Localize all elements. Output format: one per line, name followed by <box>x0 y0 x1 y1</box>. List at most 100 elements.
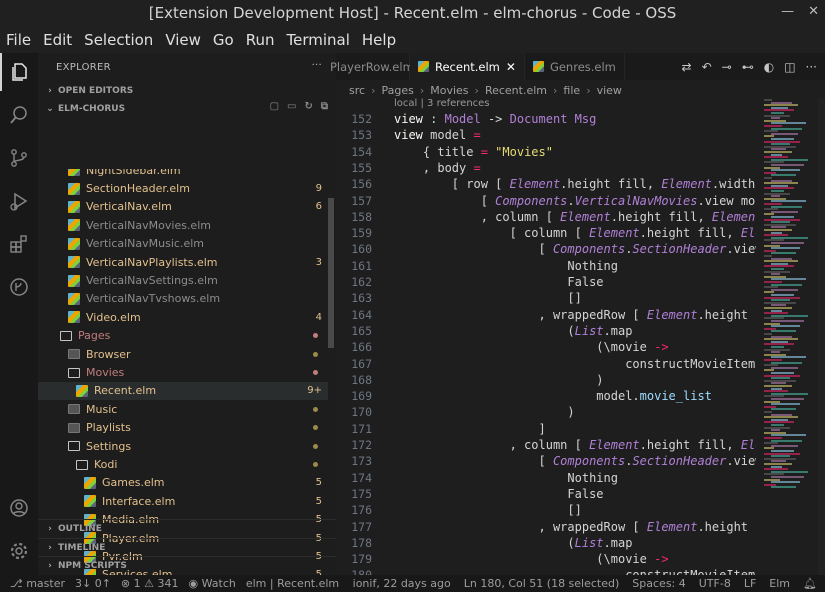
code-token: Element <box>560 209 611 224</box>
tree-folder[interactable]: Kodi <box>38 455 328 473</box>
tree-folder[interactable]: Browser <box>38 345 328 363</box>
menu-file[interactable]: File <box>6 31 31 49</box>
menu-go[interactable]: Go <box>213 31 234 49</box>
breadcrumb-item[interactable]: Pages <box>381 84 413 97</box>
code-line: , column [ Element.height fill, Element. <box>394 210 756 224</box>
explorer-icon[interactable] <box>0 53 38 91</box>
workspace-section[interactable]: ⌄ ELM-CHORUS ▢ ▭ ↻ ⧉ <box>38 99 336 118</box>
modified-dot <box>313 370 318 376</box>
modified-dot <box>313 333 318 339</box>
editor-tab[interactable]: Genres.elm <box>525 53 625 80</box>
menu-view[interactable]: View <box>165 31 201 49</box>
menu-selection[interactable]: Selection <box>84 31 153 49</box>
tree-file[interactable]: VerticalNavPlaylists.elm 3 <box>38 253 328 271</box>
source-control-icon[interactable] <box>0 139 38 177</box>
settings-gear-icon[interactable] <box>0 532 38 570</box>
language-mode[interactable]: Elm <box>769 577 790 590</box>
code-line: (\movie -> <box>394 552 668 567</box>
tree-file[interactable]: VerticalNavSettings.elm <box>38 271 328 289</box>
extensions-icon[interactable] <box>0 225 38 263</box>
tree-file[interactable]: NightSidebar.elm <box>38 169 328 179</box>
breadcrumb-item[interactable]: src <box>349 84 365 97</box>
code-token: .height fill, <box>560 177 662 192</box>
code-line: constructMovieItem m <box>394 568 756 575</box>
tree-folder[interactable]: Playlists <box>38 419 328 437</box>
tree-folder[interactable]: Pages <box>38 327 328 345</box>
menu-terminal[interactable]: Terminal <box>287 31 350 49</box>
code-token: (\movie <box>394 340 655 355</box>
breadcrumb-item[interactable]: view <box>597 84 622 97</box>
encoding-status[interactable]: UTF-8 <box>699 577 731 590</box>
code-token: .height fill, <box>639 226 741 241</box>
sync-status[interactable]: 3↓ 0↑ <box>75 577 111 590</box>
timeline-section[interactable]: › TIMELINE <box>38 538 336 557</box>
tree-file[interactable]: Video.elm 4 <box>38 308 328 326</box>
previous-change-icon[interactable]: ⊸ <box>722 60 732 74</box>
breadcrumb-item[interactable]: Movies <box>430 84 468 97</box>
code-token: constructMovieItem m <box>394 568 756 575</box>
npm-scripts-section[interactable]: › NPM SCRIPTS <box>38 556 336 575</box>
account-icon[interactable] <box>0 489 38 527</box>
branch-status[interactable]: ⎇ master <box>10 577 65 590</box>
tree-file[interactable]: Games.elm 5 <box>38 474 328 492</box>
code-line: , column [ Element.height fill, Elem <box>394 438 756 452</box>
menu-run[interactable]: Run <box>246 31 275 49</box>
tree-folder[interactable]: Settings <box>38 437 328 455</box>
editor-tab[interactable]: Recent.elm ✕ <box>410 53 525 80</box>
go-back-icon[interactable]: ↶ <box>702 60 712 74</box>
tree-item-label: Pages <box>78 329 111 343</box>
refresh-icon[interactable]: ↻ <box>304 101 312 112</box>
minimize-icon[interactable]: — <box>781 4 794 19</box>
menu-edit[interactable]: Edit <box>43 31 72 49</box>
tree-folder[interactable]: Movies <box>38 363 328 381</box>
tree-scrollbar[interactable] <box>328 198 334 348</box>
open-changes-icon[interactable]: ⇄ <box>682 60 692 74</box>
menu-help[interactable]: Help <box>362 31 396 49</box>
watch-status[interactable]: ◉ Watch <box>188 577 235 590</box>
elm-icon[interactable] <box>0 268 38 306</box>
tree-file[interactable]: Interface.elm 5 <box>38 492 328 510</box>
tree-file[interactable]: VerticalNavMusic.elm <box>38 235 328 253</box>
new-file-icon[interactable]: ▢ <box>270 101 279 112</box>
code-token: Element <box>646 307 698 322</box>
run-debug-icon[interactable] <box>0 182 38 220</box>
tree-file[interactable]: VerticalNavTvshows.elm <box>38 290 328 308</box>
problems-status[interactable]: ⊗ 1 ⚠ 341 <box>121 577 179 590</box>
toggle-blame-icon[interactable]: ◐ <box>764 60 774 74</box>
blame-status[interactable]: ionif, 22 days ago <box>353 577 451 590</box>
next-change-icon[interactable]: ⊷ <box>742 60 754 74</box>
breadcrumb-item[interactable]: file <box>563 84 580 97</box>
indentation-status[interactable]: Spaces: 4 <box>632 577 685 590</box>
code-line: constructMovieItem m <box>394 357 756 371</box>
close-tab-icon[interactable]: ✕ <box>506 60 516 74</box>
notifications-icon[interactable]: 🔔︎ <box>803 577 817 590</box>
tree-file[interactable]: VerticalNav.elm 6 <box>38 198 328 216</box>
new-folder-icon[interactable]: ▭ <box>287 101 296 112</box>
tree-file[interactable]: SectionHeader.elm 9 <box>38 179 328 197</box>
breadcrumb-item[interactable]: Recent.elm <box>485 84 547 97</box>
minimap[interactable] <box>758 98 818 575</box>
cursor-position[interactable]: Ln 180, Col 51 (18 selected) <box>464 577 620 590</box>
split-editor-icon[interactable]: ◫ <box>784 60 795 74</box>
editor-scrollbar[interactable] <box>818 98 825 575</box>
tree-file[interactable]: VerticalNavMovies.elm <box>38 216 328 234</box>
collapse-all-icon[interactable]: ⧉ <box>321 101 328 112</box>
editor-tab[interactable]: PlayerRow.elm <box>322 53 414 80</box>
tree-folder[interactable]: Music <box>38 400 328 418</box>
line-number: 152 <box>351 112 372 126</box>
close-window-icon[interactable]: ✕ <box>808 4 819 19</box>
tree-item-label: VerticalNavSettings.elm <box>86 274 218 288</box>
search-icon[interactable] <box>0 96 38 134</box>
more-editor-actions-icon[interactable]: ··· <box>806 60 817 74</box>
code-token: (\movie <box>394 552 655 567</box>
code-line: , wrappedRow [ Element.height fi <box>394 520 756 534</box>
outline-section[interactable]: › OUTLINE <box>38 519 336 538</box>
eol-status[interactable]: LF <box>744 577 756 590</box>
more-actions-icon[interactable]: ··· <box>312 60 322 71</box>
code-editor[interactable]: view : Model -> Document Msg view model =… <box>394 98 756 575</box>
language-status[interactable]: elm | Recent.elm <box>246 577 339 590</box>
modified-dot <box>313 443 318 449</box>
code-token: Document <box>509 112 568 126</box>
tree-file[interactable]: Recent.elm 9+ <box>38 381 328 401</box>
open-editors-section[interactable]: › OPEN EDITORS <box>38 81 336 100</box>
